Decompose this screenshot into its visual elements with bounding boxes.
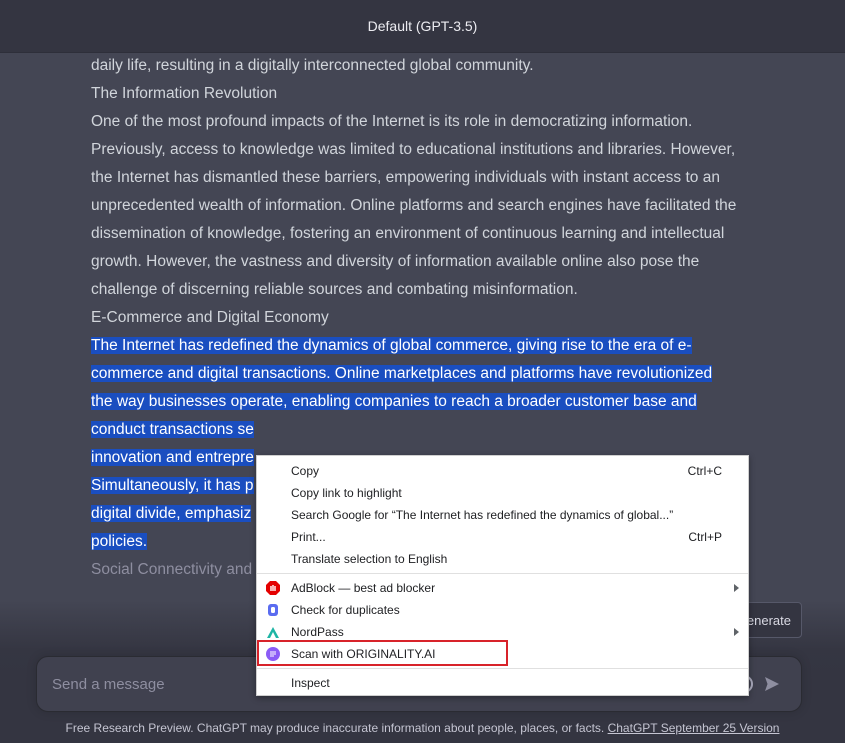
menu-separator bbox=[257, 668, 748, 669]
selected-line: conduct transactions se bbox=[91, 421, 254, 438]
menu-item-label: Inspect bbox=[291, 676, 330, 690]
menu-item-label: AdBlock — best ad blocker bbox=[291, 581, 436, 595]
nordpass-icon bbox=[266, 625, 280, 639]
menu-item-label: Translate selection to English bbox=[291, 552, 448, 566]
menu-item-adblock[interactable]: AdBlock — best ad blocker bbox=[257, 577, 748, 599]
submenu-arrow-icon bbox=[734, 584, 739, 592]
menu-item-label: Copy link to highlight bbox=[291, 486, 402, 500]
menu-item-label: Scan with ORIGINALITY.AI bbox=[291, 647, 436, 661]
model-title: Default (GPT-3.5) bbox=[367, 18, 478, 34]
message-input[interactable]: Send a message bbox=[52, 676, 165, 693]
menu-item-copy[interactable]: Copy Ctrl+C bbox=[257, 460, 748, 482]
menu-item-shortcut: Ctrl+P bbox=[688, 530, 722, 544]
previous-paragraph-tail: daily life, resulting in a digitally int… bbox=[91, 57, 534, 74]
menu-item-label: Search Google for “The Internet has rede… bbox=[291, 508, 674, 522]
selected-line: policies. bbox=[91, 533, 147, 550]
selected-line: the way businesses operate, enabling com… bbox=[91, 393, 697, 410]
chat-header: Default (GPT-3.5) bbox=[0, 0, 845, 53]
originality-icon bbox=[266, 647, 280, 661]
section-title-information-revolution: The Information Revolution bbox=[91, 85, 278, 102]
menu-item-translate[interactable]: Translate selection to English bbox=[257, 548, 748, 570]
adblock-icon bbox=[266, 581, 280, 595]
regenerate-label: enerate bbox=[746, 612, 791, 628]
menu-item-scan-originality[interactable]: Scan with ORIGINALITY.AI bbox=[257, 643, 748, 665]
menu-item-print[interactable]: Print... Ctrl+P bbox=[257, 526, 748, 548]
selected-line: The Internet has redefined the dynamics … bbox=[91, 337, 692, 354]
footer-disclaimer: Free Research Preview. ChatGPT may produ… bbox=[0, 721, 845, 735]
section-title-ecommerce: E-Commerce and Digital Economy bbox=[91, 309, 329, 326]
selected-line: innovation and entrepre bbox=[91, 449, 254, 466]
submenu-arrow-icon bbox=[734, 628, 739, 636]
menu-item-label: NordPass bbox=[291, 625, 344, 639]
menu-item-label: Check for duplicates bbox=[291, 603, 400, 617]
menu-item-nordpass[interactable]: NordPass bbox=[257, 621, 748, 643]
send-icon[interactable] bbox=[759, 671, 785, 697]
version-link[interactable]: ChatGPT September 25 Version bbox=[608, 721, 780, 735]
menu-item-copy-link-to-highlight[interactable]: Copy link to highlight bbox=[257, 482, 748, 504]
menu-item-label: Copy bbox=[291, 464, 320, 478]
duplicates-icon bbox=[266, 603, 280, 617]
menu-separator bbox=[257, 573, 748, 574]
disclaimer-text: Free Research Preview. ChatGPT may produ… bbox=[65, 721, 605, 735]
selected-line: digital divide, emphasiz bbox=[91, 505, 252, 522]
selected-line: Simultaneously, it has p bbox=[91, 477, 254, 494]
menu-item-check-duplicates[interactable]: Check for duplicates bbox=[257, 599, 748, 621]
menu-item-search-google[interactable]: Search Google for “The Internet has rede… bbox=[257, 504, 748, 526]
menu-item-inspect[interactable]: Inspect bbox=[257, 672, 748, 694]
selected-line: commerce and digital transactions. Onlin… bbox=[91, 365, 713, 382]
menu-item-label: Print... bbox=[291, 530, 326, 544]
menu-item-shortcut: Ctrl+C bbox=[687, 464, 722, 478]
section-body-information-revolution: One of the most profound impacts of the … bbox=[91, 113, 737, 298]
context-menu: Copy Ctrl+C Copy link to highlight Searc… bbox=[256, 455, 749, 696]
